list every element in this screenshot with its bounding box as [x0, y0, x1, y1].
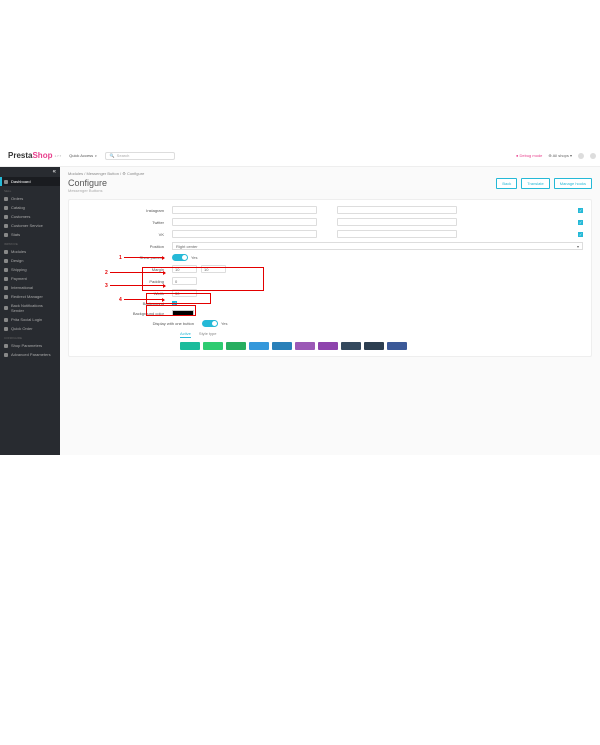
sidebar-section: CONFIGURE	[0, 333, 60, 341]
dashboard-icon	[4, 180, 8, 184]
instagram-input[interactable]	[172, 206, 317, 214]
sidebar-item-advanced[interactable]: Advanced Parameters	[0, 350, 60, 359]
margin-input-2[interactable]: 10	[201, 265, 226, 273]
width-input[interactable]: 30	[172, 289, 197, 297]
instagram-checkbox[interactable]	[578, 208, 583, 213]
translate-button[interactable]: Translate	[521, 178, 550, 189]
color-swatch[interactable]	[180, 342, 200, 350]
sidebar-item-quickorder[interactable]: Quick Order	[0, 324, 60, 333]
margin-input-1[interactable]: 10	[172, 265, 197, 273]
sidebar-item-notifications[interactable]: Back Notifications Sender	[0, 301, 60, 315]
show-params-toggle[interactable]	[172, 254, 188, 261]
position-select[interactable]: Right center▾	[172, 242, 583, 250]
color-swatch[interactable]	[387, 342, 407, 350]
instagram-input-2[interactable]	[337, 206, 457, 214]
avatar[interactable]	[590, 153, 596, 159]
padding-input-1[interactable]: 0	[172, 277, 197, 285]
label-vk: VK	[77, 232, 172, 237]
color-swatch[interactable]	[341, 342, 361, 350]
annotation-3: 3	[105, 283, 108, 289]
label-width: Width	[77, 291, 172, 296]
chevron-down-icon: ▾	[577, 244, 579, 249]
card-icon	[4, 277, 8, 281]
customers-icon	[4, 215, 8, 219]
vk-input[interactable]	[172, 230, 317, 238]
search-input[interactable]: 🔍 Search	[105, 152, 175, 160]
color-swatch[interactable]	[272, 342, 292, 350]
globe-icon	[4, 286, 8, 290]
truck-icon	[4, 268, 8, 272]
sidebar-item-catalog[interactable]: Catalog	[0, 203, 60, 212]
redirect-icon	[4, 295, 8, 299]
label-bg-color: Background color	[77, 311, 172, 316]
vk-input-2[interactable]	[337, 230, 457, 238]
page-title: Configure	[68, 178, 107, 188]
color-swatch[interactable]	[203, 342, 223, 350]
sidebar-item-stats[interactable]: Stats	[0, 230, 60, 239]
version: 1.7.7	[54, 154, 61, 158]
design-icon	[4, 259, 8, 263]
sidebar-item-redirect[interactable]: Redirect Manager	[0, 292, 60, 301]
sidebar-item-dashboard[interactable]: Dashboard	[0, 177, 60, 186]
catalog-icon	[4, 206, 8, 210]
gear-icon	[4, 344, 8, 348]
twitter-checkbox[interactable]	[578, 220, 583, 225]
manage-hooks-button[interactable]: Manage hooks	[554, 178, 592, 189]
cart-icon	[4, 327, 8, 331]
sidebar-item-modules[interactable]: Modules	[0, 247, 60, 256]
color-swatches	[180, 342, 583, 350]
color-swatch[interactable]	[295, 342, 315, 350]
sidebar-item-payment[interactable]: Payment	[0, 274, 60, 283]
label-position: Position	[77, 244, 172, 249]
page-subtitle: Messenger Buttons	[68, 188, 107, 193]
shop-selector[interactable]: ⊕ All shops ▾	[548, 153, 572, 158]
brand-logo: PrestaShop	[8, 151, 52, 160]
color-swatch[interactable]	[318, 342, 338, 350]
bg-color-picker[interactable]	[172, 310, 194, 316]
label-padding: Padding	[77, 279, 172, 284]
stats-icon	[4, 233, 8, 237]
sidebar-item-international[interactable]: International	[0, 283, 60, 292]
label-twitter: Twitter	[77, 220, 172, 225]
annotation-2: 2	[105, 270, 108, 276]
sidebar-item-shipping[interactable]: Shipping	[0, 265, 60, 274]
tab-style[interactable]: Style type	[199, 331, 217, 338]
color-swatch[interactable]	[249, 342, 269, 350]
label-margin: Margin	[77, 267, 172, 272]
sidebar-item-orders[interactable]: Orders	[0, 194, 60, 203]
color-swatch[interactable]	[226, 342, 246, 350]
display-one-toggle[interactable]	[202, 320, 218, 327]
label-instagram: Instagram	[77, 208, 172, 213]
sidebar-section: IMPROVE	[0, 239, 60, 247]
wrench-icon	[4, 353, 8, 357]
vk-checkbox[interactable]	[578, 232, 583, 237]
sidebar: « Dashboard SELL Orders Catalog Customer…	[0, 167, 60, 455]
label-display-one: Display with one button	[77, 321, 202, 326]
color-swatch[interactable]	[364, 342, 384, 350]
bell-icon	[4, 306, 8, 310]
breadcrumb: Modules / Messenger Button / ⚙ Configure	[68, 171, 592, 176]
twitter-input[interactable]	[172, 218, 317, 226]
tab-active[interactable]: Active	[180, 331, 191, 338]
sidebar-item-social[interactable]: Prita Social Login	[0, 315, 60, 324]
back-button[interactable]: Back	[496, 178, 517, 189]
bell-icon[interactable]	[578, 153, 584, 159]
collapse-icon[interactable]: «	[0, 167, 60, 177]
sidebar-item-customer-service[interactable]: Customer Service	[0, 221, 60, 230]
debug-mode-badge[interactable]: ● Debug mode	[516, 153, 542, 158]
label-background: Background	[77, 301, 172, 306]
background-checkbox[interactable]	[172, 301, 177, 306]
sidebar-item-design[interactable]: Design	[0, 256, 60, 265]
annotation-1: 1	[119, 255, 122, 261]
social-icon	[4, 318, 8, 322]
sidebar-item-shopparams[interactable]: Shop Parameters	[0, 341, 60, 350]
quick-access-dropdown[interactable]: Quick Access	[69, 153, 97, 158]
modules-icon	[4, 250, 8, 254]
sidebar-section: SELL	[0, 186, 60, 194]
headset-icon	[4, 224, 8, 228]
annotation-4: 4	[119, 297, 122, 303]
sidebar-item-customers[interactable]: Customers	[0, 212, 60, 221]
twitter-input-2[interactable]	[337, 218, 457, 226]
orders-icon	[4, 197, 8, 201]
